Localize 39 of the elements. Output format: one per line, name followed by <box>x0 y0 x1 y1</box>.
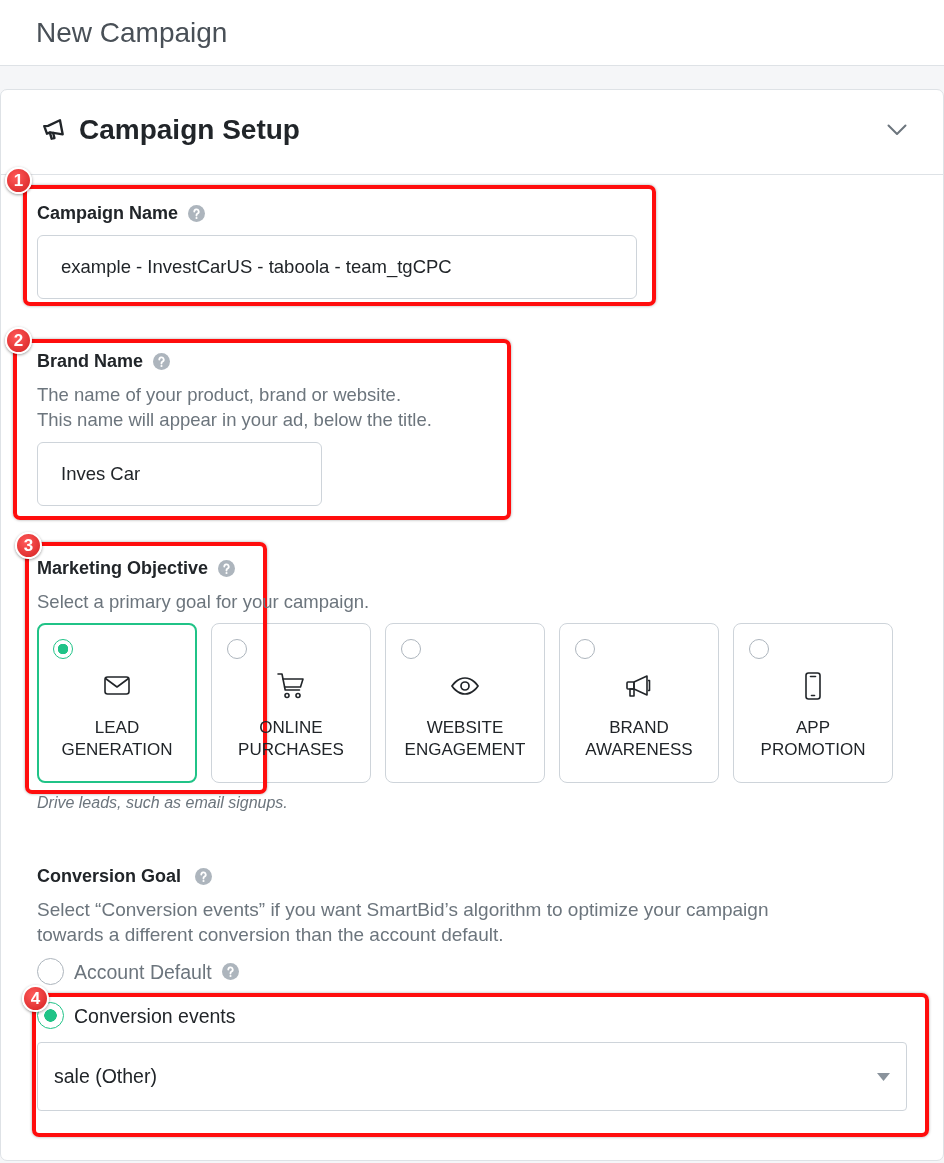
radio-button[interactable] <box>53 639 73 659</box>
chevron-down-icon[interactable] <box>887 124 907 136</box>
radio-button[interactable] <box>749 639 769 659</box>
objective-option[interactable]: BRAND AWARENESS <box>559 623 719 783</box>
radio-button[interactable] <box>227 639 247 659</box>
field-description: This name will appear in your ad, below the title. <box>37 408 433 432</box>
field-description: The name of your product, brand or website. <box>37 383 403 407</box>
help-icon[interactable] <box>195 867 213 885</box>
callout-number: 4 <box>22 985 49 1012</box>
radio-button[interactable] <box>37 958 64 985</box>
field-label: Brand Name <box>37 350 144 372</box>
callout-number: 2 <box>5 327 32 354</box>
conversion-event-select[interactable]: sale (Other) <box>37 1042 907 1111</box>
objective-option[interactable]: WEBSITE ENGAGEMENT <box>385 623 545 783</box>
radio-button[interactable] <box>575 639 595 659</box>
help-icon[interactable] <box>218 559 236 577</box>
objective-option[interactable]: LEAD GENERATION <box>37 623 197 783</box>
panel-title: Campaign Setup <box>79 113 300 147</box>
field-label: Campaign Name <box>37 202 179 224</box>
field-label: Conversion Goal <box>37 865 182 887</box>
field-label: Marketing Objective <box>37 557 209 579</box>
objective-hint: Drive leads, such as email signups. <box>37 793 289 813</box>
radio-label[interactable]: Account Default <box>74 958 212 985</box>
megaphone-icon <box>41 117 67 143</box>
radio-button[interactable] <box>37 1002 64 1029</box>
caret-icon <box>877 1072 890 1081</box>
shopping-cart-icon <box>276 671 306 701</box>
help-icon[interactable] <box>188 204 206 222</box>
callout-number: 3 <box>15 532 42 559</box>
text-input[interactable]: Inves Car <box>37 442 322 506</box>
text-input[interactable]: example - InvestCarUS - taboola - team_tgCPC <box>37 235 637 299</box>
radio-button[interactable] <box>401 639 421 659</box>
objective-option[interactable]: APP PROMOTION <box>733 623 893 783</box>
radio-label[interactable]: Conversion events <box>74 1002 236 1029</box>
callout-number: 1 <box>5 167 32 194</box>
help-icon[interactable] <box>153 352 171 370</box>
field-description: Select “Conversion events” if you want SmartBid’s algorithm to optimize your campaign towards a different conversion than the account default. <box>37 898 770 947</box>
page-title: New Campaign <box>36 15 228 50</box>
help-icon[interactable] <box>221 963 239 980</box>
